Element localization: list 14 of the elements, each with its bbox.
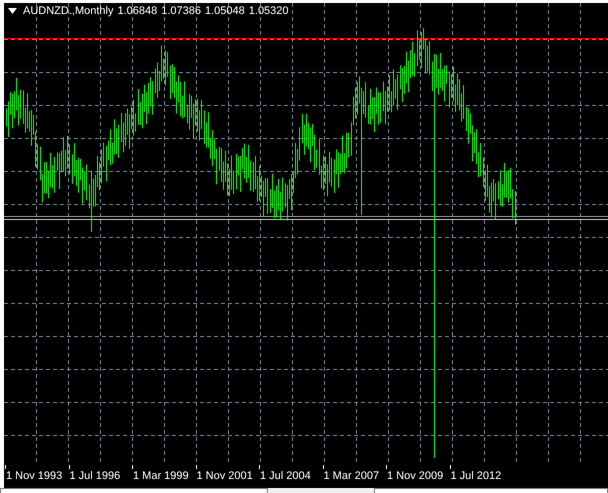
date-label: 1 Jul 1996 [68, 469, 122, 483]
date-label: 1 Nov 2001 [196, 469, 254, 483]
chart-title: AUDNZD.,Monthly [23, 5, 114, 17]
price-value: 1.06848 [117, 5, 158, 17]
price-value: 1.05320 [248, 5, 289, 17]
date-label: 1 Mar 2007 [322, 469, 380, 483]
price-value: 1.05048 [205, 5, 245, 17]
date-label: 1 Jul 2012 [450, 469, 502, 483]
price-value: 1.07386 [161, 5, 201, 17]
date-label: 1 Jul 2004 [259, 469, 312, 483]
date-label: 1 Mar 1999 [132, 469, 190, 483]
date-label: 1 Nov 2009 [386, 469, 444, 483]
date-label: 1 Nov 1993 [5, 469, 64, 483]
dropdown-icon[interactable] [8, 8, 17, 14]
